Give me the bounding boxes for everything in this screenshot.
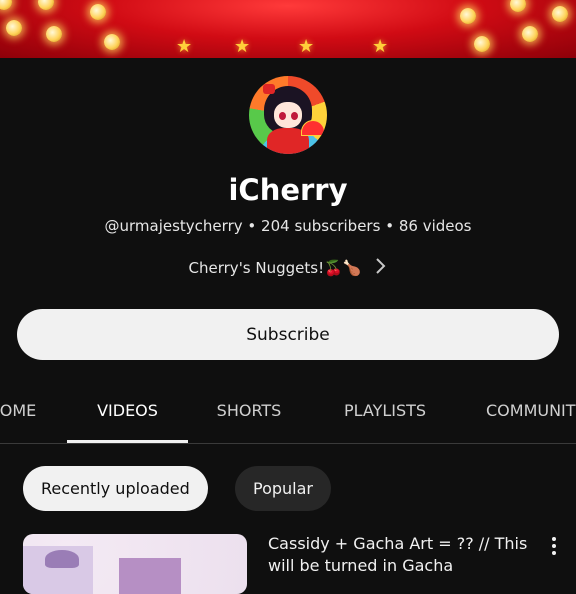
thumbnail-panel: [119, 558, 181, 594]
video-title[interactable]: Cassidy + Gacha Art = ?? // This will be…: [268, 533, 530, 577]
subscriber-count: 204 subscribers: [261, 217, 381, 235]
avatar-eye: [291, 112, 298, 120]
tab-shorts[interactable]: SHORTS: [204, 388, 294, 443]
channel-tabs: OME VIDEOS SHORTS PLAYLISTS COMMUNIT: [0, 388, 576, 444]
meta-separator: •: [247, 217, 257, 235]
banner-star-icon: ★: [176, 36, 193, 57]
avatar-eye: [279, 112, 286, 120]
active-tab-indicator: [67, 440, 188, 443]
banner-bulb: [90, 4, 106, 20]
subscribe-button[interactable]: Subscribe: [17, 309, 559, 360]
channel-description: Cherry's Nuggets!🍒🍗: [188, 259, 362, 277]
banner-bulb: [0, 0, 12, 10]
tab-videos[interactable]: VIDEOS: [67, 388, 188, 443]
banner-bulb: [460, 8, 476, 24]
video-thumbnail[interactable]: [23, 534, 247, 594]
channel-name: iCherry: [228, 173, 348, 207]
tab-home[interactable]: OME: [0, 388, 40, 443]
banner-bulb: [552, 6, 568, 22]
video-count: 86 videos: [398, 217, 472, 235]
banner-bulb: [474, 36, 490, 52]
chip-popular[interactable]: Popular: [235, 466, 331, 511]
banner-star-icon: ★: [298, 36, 315, 57]
more-vert-icon[interactable]: [546, 536, 562, 558]
banner-bulb: [510, 0, 526, 12]
channel-meta[interactable]: @urmajestycherry • 204 subscribers • 86 …: [0, 217, 576, 235]
tab-community[interactable]: COMMUNIT: [486, 388, 576, 443]
channel-description-row[interactable]: Cherry's Nuggets!🍒🍗: [0, 256, 576, 280]
banner-star-icon: ★: [234, 36, 251, 57]
channel-avatar[interactable]: [249, 76, 327, 154]
meta-separator: •: [385, 217, 395, 235]
thumbnail-character: [45, 550, 79, 568]
channel-banner: ★ ★ ★ ★: [0, 0, 576, 58]
banner-bulb: [104, 34, 120, 50]
chip-recently-uploaded[interactable]: Recently uploaded: [23, 466, 208, 511]
banner-bulb: [522, 26, 538, 42]
chevron-right-icon[interactable]: [375, 257, 387, 280]
banner-star-icon: ★: [372, 36, 389, 57]
banner-bulb: [46, 26, 62, 42]
banner-bulb: [38, 0, 54, 10]
avatar-fan: [301, 120, 325, 136]
channel-handle: @urmajestycherry: [104, 217, 243, 235]
tab-playlists[interactable]: PLAYLISTS: [330, 388, 440, 443]
banner-bulb: [6, 20, 22, 36]
avatar-bow: [263, 84, 275, 94]
